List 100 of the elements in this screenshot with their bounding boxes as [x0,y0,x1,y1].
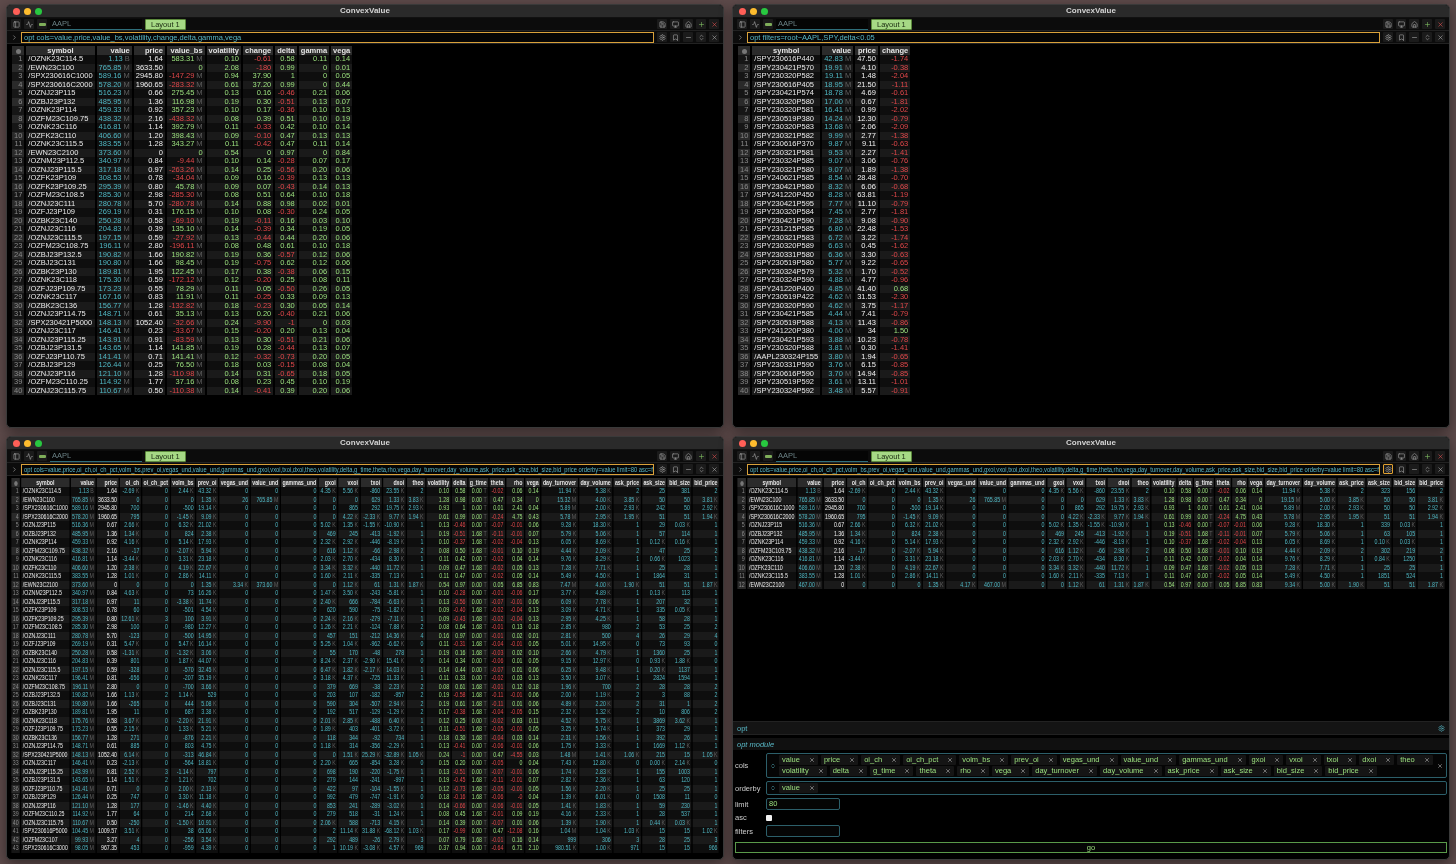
home-icon[interactable] [1409,19,1419,29]
settings-icon[interactable] [657,464,667,474]
resize-icon[interactable] [1422,464,1432,474]
resize-icon[interactable] [1422,32,1432,42]
chart-icon[interactable] [750,19,760,29]
save-icon[interactable] [657,451,667,461]
close-icon[interactable] [1435,464,1445,474]
checkbox[interactable] [766,814,772,821]
column-menu-icon[interactable] [741,48,747,54]
close-icon[interactable] [709,451,719,461]
remove-icon[interactable] [1020,768,1027,774]
monitor-icon[interactable] [670,451,680,461]
close-button[interactable] [739,439,746,447]
maximize-button[interactable] [35,439,42,447]
remove-icon[interactable] [999,757,1006,763]
minimize-icon[interactable] [683,464,693,474]
monitor-icon[interactable] [1396,451,1406,461]
sidebar-icon[interactable] [737,19,747,29]
remove-icon[interactable] [980,768,986,774]
maximize-button[interactable] [761,439,768,447]
plus-icon[interactable] [1422,451,1432,461]
window-title: ConvexValue [1066,437,1116,449]
remove-icon[interactable] [1385,757,1392,763]
remove-icon[interactable] [849,757,856,763]
remove-icon[interactable] [808,785,815,791]
bookmark-icon[interactable] [670,464,680,474]
column-menu-icon[interactable] [13,480,18,486]
remove-icon[interactable] [1167,757,1174,763]
chart-icon[interactable] [24,451,34,461]
close-icon[interactable] [1435,19,1445,29]
clear-icon[interactable] [1437,762,1443,769]
remove-icon[interactable] [891,757,898,763]
settings-icon[interactable] [1438,724,1445,732]
sidebar-icon[interactable] [11,19,21,29]
plus-icon[interactable] [1422,19,1432,29]
minimize-button[interactable] [24,7,31,15]
remove-icon[interactable] [808,757,815,763]
save-icon[interactable] [657,19,667,29]
minimize-icon[interactable] [683,32,693,42]
resize-icon[interactable] [696,464,706,474]
remove-icon[interactable] [1152,768,1159,774]
close-button[interactable] [13,7,20,15]
bookmark-icon[interactable] [670,32,680,42]
remove-icon[interactable] [1313,768,1320,774]
window-title: ConvexValue [1066,5,1116,17]
window-title: ConvexValue [340,437,390,449]
plus-icon[interactable] [696,451,706,461]
remove-icon[interactable] [1274,757,1281,763]
remove-icon[interactable] [1261,768,1268,774]
maximize-button[interactable] [761,7,768,15]
chart-icon[interactable] [750,451,760,461]
bookmark-icon[interactable] [1396,464,1406,474]
remove-icon[interactable] [1311,757,1318,763]
close-icon[interactable] [709,32,719,42]
remove-icon[interactable] [1423,757,1430,763]
prompt-icon [11,465,18,473]
remove-icon[interactable] [1367,768,1374,774]
column-menu-icon[interactable] [740,480,744,486]
column-menu-icon[interactable] [15,48,21,54]
remove-icon[interactable] [945,768,952,774]
home-icon[interactable] [683,19,693,29]
minimize-button[interactable] [750,7,757,15]
sidebar-icon[interactable] [737,451,747,461]
remove-icon[interactable] [857,768,864,774]
close-button[interactable] [739,7,746,15]
settings-icon[interactable] [1383,464,1393,474]
remove-icon[interactable] [817,768,824,774]
remove-icon[interactable] [1047,757,1054,763]
remove-icon[interactable] [904,768,911,774]
minimize-button[interactable] [24,439,31,447]
close-icon[interactable] [709,19,719,29]
minimize-button[interactable] [750,439,757,447]
remove-icon[interactable] [1088,768,1095,774]
maximize-button[interactable] [35,7,42,15]
home-icon[interactable] [683,451,693,461]
chart-icon[interactable] [24,19,34,29]
close-icon[interactable] [1435,32,1445,42]
resize-icon[interactable] [696,32,706,42]
prompt-icon [11,33,18,41]
monitor-icon[interactable] [670,19,680,29]
settings-icon[interactable] [657,32,667,42]
minimize-icon[interactable] [1409,464,1419,474]
remove-icon[interactable] [1108,757,1115,763]
remove-icon[interactable] [1347,757,1354,763]
input-field[interactable] [766,825,840,837]
sidebar-icon[interactable] [11,451,21,461]
bookmark-icon[interactable] [1396,32,1406,42]
remove-icon[interactable] [1236,757,1243,763]
settings-icon[interactable] [1383,32,1393,42]
prompt-icon [737,33,744,41]
remove-icon[interactable] [947,757,954,763]
save-icon[interactable] [1383,19,1393,29]
close-icon[interactable] [1435,451,1445,461]
remove-icon[interactable] [1208,768,1215,774]
monitor-icon[interactable] [1396,19,1406,29]
minimize-icon[interactable] [1409,32,1419,42]
close-button[interactable] [13,439,20,447]
close-icon[interactable] [709,464,719,474]
home-icon[interactable] [1409,451,1419,461]
plus-icon[interactable] [696,19,706,29]
